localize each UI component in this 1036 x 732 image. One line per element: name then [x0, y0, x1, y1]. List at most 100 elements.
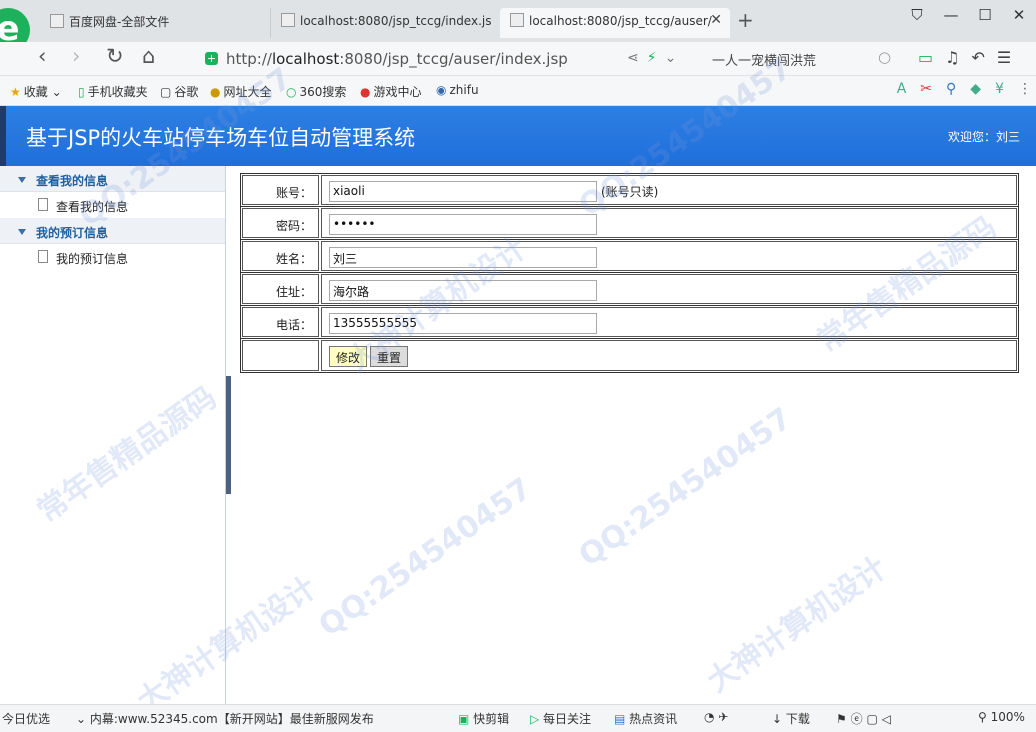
search-icon: ○	[286, 85, 297, 99]
window-controls: ⛉ — ☐ ✕	[900, 6, 1036, 24]
speaker-icon[interactable]: ◁	[882, 712, 891, 726]
mobile-favorites-item[interactable]: ▯ 手机收藏夹	[78, 83, 148, 100]
sidebar-item-my-bookings[interactable]: 我的预订信息	[0, 244, 225, 270]
browser-tab-bar: e 百度网盘-全部文件 localhost:8080/jsp_tccg/inde…	[0, 0, 1036, 52]
home-icon[interactable]: ⌂	[142, 44, 155, 68]
reset-button[interactable]: 重置	[370, 346, 409, 367]
maximize-button[interactable]: ☐	[968, 6, 1002, 24]
zoom-icon[interactable]: ⚲	[946, 81, 956, 97]
browser-tab-2[interactable]: localhost:8080/jsp_tccg/index.js	[270, 8, 495, 38]
doc-icon: ▢	[160, 85, 172, 99]
ie-icon[interactable]: ⓔ	[851, 712, 863, 726]
money-icon[interactable]: ¥	[995, 81, 1004, 97]
360-search-item[interactable]: ○ 360搜索	[286, 83, 346, 100]
actions-label-cell	[242, 340, 319, 371]
headphone-icon[interactable]: ♫	[945, 48, 959, 67]
pin-icon[interactable]: ✈	[718, 710, 728, 724]
watermark: QQ:254540457	[572, 401, 799, 574]
clip-icon: ▣	[458, 712, 474, 726]
fav-label: 360搜索	[299, 85, 347, 99]
submit-button[interactable]: 修改	[329, 346, 368, 367]
news-text: 内幕:www.52345.com【新开网站】最佳新服网发布	[89, 712, 374, 726]
google-item[interactable]: ▢ 谷歌	[160, 83, 198, 100]
extension-icons: A ✂ ⚲ ◆ ¥ ⋮	[883, 81, 1032, 97]
address-field[interactable]: 海尔路	[329, 280, 597, 301]
back-icon[interactable]: ‹	[38, 44, 46, 68]
url-scheme: http://	[226, 50, 272, 68]
status-tools: ⚑ ⓔ ▢ ◁	[836, 710, 891, 727]
news-ticker[interactable]: ⌄ 内幕:www.52345.com【新开网站】最佳新服网发布	[76, 710, 374, 727]
battery-icon[interactable]: ▭	[918, 48, 933, 67]
daily-focus[interactable]: ▷ 每日关注	[530, 710, 591, 727]
form-row-account: 账号： xiaoli (账号只读)	[241, 174, 1018, 207]
search-box[interactable]: 一人一宠横闯洪荒 ○	[712, 48, 897, 69]
fav-label: 收藏	[23, 85, 48, 99]
forward-icon[interactable]: ›	[72, 44, 80, 68]
status-label: 每日关注	[543, 712, 592, 726]
sidebar-item-view-my-info[interactable]: 查看我的信息	[0, 192, 225, 218]
undo-icon[interactable]: ↶	[971, 48, 984, 67]
favorites-star-item[interactable]: ★ 收藏 ⌄	[10, 83, 62, 100]
app-header: 基于JSP的火车站停车场车位自动管理系统 欢迎您：刘三	[0, 106, 1036, 166]
refresh-icon[interactable]: ◔	[704, 710, 718, 724]
pay-icon: ◉	[436, 83, 447, 97]
hot-news[interactable]: ▤ 热点资讯	[614, 710, 677, 727]
site-nav-item[interactable]: ● 网址大全	[210, 83, 272, 100]
section-label: 查看我的信息	[36, 174, 109, 188]
form-row-actions: 修改 重置	[241, 339, 1018, 372]
password-label: 密码：	[242, 208, 319, 238]
more-icon[interactable]: ⋮	[1018, 81, 1032, 97]
browser-right-tools: ▭ ♫ ↶ ☰	[918, 48, 1023, 67]
name-field[interactable]: 刘三	[329, 247, 597, 268]
translate-icon[interactable]: A	[897, 81, 907, 97]
share-icon[interactable]: ⋖	[627, 50, 639, 66]
search-icon[interactable]: ○	[878, 48, 891, 66]
game-icon: ●	[360, 85, 371, 99]
flag-icon[interactable]: ⚑	[836, 712, 847, 726]
gamepad-icon[interactable]: ◆	[970, 81, 981, 97]
lightning-icon[interactable]: ⚡	[647, 50, 657, 66]
url-tools: ⋖ ⚡ ⌄	[627, 50, 684, 66]
password-field[interactable]: ••••••	[329, 214, 597, 235]
tab-label: 百度网盘-全部文件	[69, 15, 170, 29]
chevron-down-icon[interactable]: ⌄	[665, 50, 677, 66]
search-text: 一人一宠横闯洪荒	[712, 54, 817, 69]
account-field[interactable]: xiaoli	[329, 181, 597, 202]
browser-tab-1[interactable]: 百度网盘-全部文件	[40, 8, 265, 38]
url-path: :8080/jsp_tccg/auser/index.jsp	[339, 50, 568, 68]
welcome-text: 欢迎您：刘三	[947, 130, 1020, 144]
menu-icon[interactable]: ☰	[997, 48, 1011, 67]
url-field[interactable]: + http://localhost:8080/jsp_tccg/auser/in…	[200, 46, 700, 72]
download-item[interactable]: ↓ 下载	[772, 710, 810, 727]
status-label: 热点资讯	[629, 712, 678, 726]
close-tab-icon[interactable]: ✕	[710, 12, 722, 28]
minimize-button[interactable]: —	[934, 6, 968, 24]
globe-icon: ●	[210, 85, 221, 99]
form-row-name: 姓名： 刘三	[241, 240, 1018, 273]
close-window-button[interactable]: ✕	[1002, 6, 1036, 24]
new-tab-button[interactable]: +	[737, 8, 754, 32]
phone-field[interactable]: 13555555555	[329, 313, 597, 334]
browser-tab-active[interactable]: localhost:8080/jsp_tccg/auser/ ✕	[500, 8, 730, 38]
sidebar-section-my-bookings[interactable]: 我的预订信息	[0, 218, 225, 244]
zoom-control[interactable]: ⚲ 100%	[978, 710, 1025, 724]
quick-clip[interactable]: ▣ 快剪辑	[458, 710, 509, 727]
account-readonly-note: (账号只读)	[601, 185, 659, 199]
today-picks[interactable]: 今日优选	[2, 710, 50, 727]
sidebar-section-my-info[interactable]: 查看我的信息	[0, 166, 225, 192]
chevron-down-icon: ⌄	[76, 712, 90, 726]
skin-icon[interactable]: ⛉	[900, 6, 934, 24]
form-row-address: 住址： 海尔路	[241, 273, 1018, 306]
window-icon[interactable]: ▢	[866, 712, 877, 726]
reload-icon[interactable]: ↻	[106, 44, 124, 68]
game-center-item[interactable]: ● 游戏中心	[360, 83, 422, 100]
play-icon: ▷	[530, 712, 544, 726]
favorites-bar: ★ 收藏 ⌄ ▯ 手机收藏夹 ▢ 谷歌 ● 网址大全 ○ 360搜索 ● 游戏中心 ◉ zhi…	[0, 76, 1036, 106]
form-row-phone: 电话： 13555555555	[241, 306, 1018, 339]
frame-splitter[interactable]	[226, 376, 231, 494]
scissors-icon[interactable]: ✂	[920, 81, 932, 97]
section-label: 我的预订信息	[36, 226, 109, 240]
news-icon: ▤	[614, 712, 630, 726]
page-icon	[281, 13, 295, 27]
zhifu-item[interactable]: ◉ zhifu	[436, 83, 479, 97]
